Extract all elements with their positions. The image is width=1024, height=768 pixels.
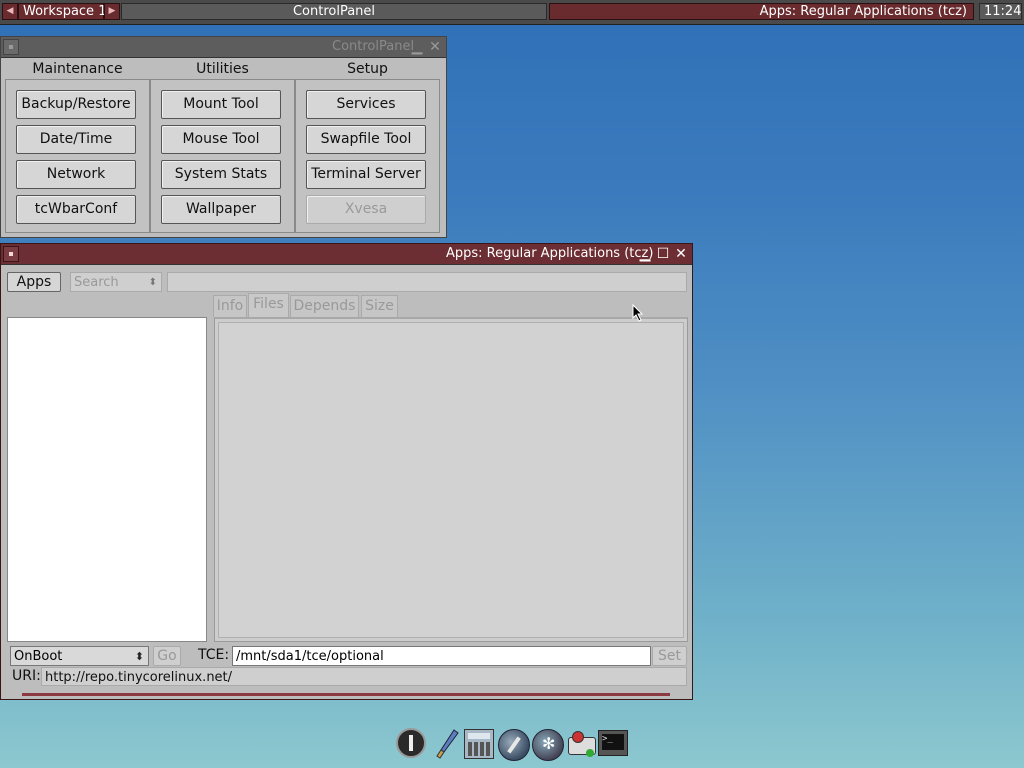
- maximize-icon[interactable]: ☐: [655, 246, 671, 262]
- tce-path-input[interactable]: /mnt/sda1/tce/optional: [232, 646, 651, 666]
- taskbar: ◀ Workspace 1 ▶ ControlPanel Apps: Regul…: [0, 0, 1024, 25]
- uri-input[interactable]: http://repo.tinycorelinux.net/: [41, 667, 687, 686]
- tce-label: TCE:: [198, 647, 230, 663]
- taskbar-clock: 11:24: [979, 3, 1022, 20]
- column-heading: Setup: [347, 61, 388, 77]
- minimize-icon[interactable]: ▁: [637, 246, 653, 262]
- select-arrows-icon: ⬍: [134, 650, 144, 663]
- window-menu-icon[interactable]: [3, 246, 19, 262]
- window-title: Apps: Regular Applications (tcz): [446, 246, 654, 261]
- close-icon[interactable]: ✕: [427, 39, 443, 55]
- apps-menu-button[interactable]: Apps: [7, 272, 61, 292]
- mount-tool-button[interactable]: Mount Tool: [161, 90, 281, 119]
- wallpaper-button[interactable]: Wallpaper: [161, 195, 281, 224]
- minimize-icon[interactable]: ▁: [409, 39, 425, 55]
- app-list[interactable]: [7, 317, 207, 642]
- mouse-cursor-icon: [632, 304, 644, 322]
- column-heading: Utilities: [196, 61, 249, 77]
- column-heading: Maintenance: [32, 61, 123, 77]
- terminal-server-button[interactable]: Terminal Server: [306, 160, 426, 189]
- search-mode-select[interactable]: Search ⬍: [70, 272, 162, 292]
- network-button[interactable]: Network: [16, 160, 136, 189]
- taskbar-item-controlpanel[interactable]: ControlPanel: [121, 3, 547, 20]
- run-icon[interactable]: ✻: [532, 729, 564, 761]
- workspace-next-arrow-icon[interactable]: ▶: [104, 3, 120, 20]
- system-stats-button[interactable]: System Stats: [161, 160, 281, 189]
- set-button[interactable]: Set: [652, 646, 687, 666]
- taskbar-item-apps[interactable]: Apps: Regular Applications (tcz): [549, 3, 974, 20]
- close-icon[interactable]: ✕: [673, 246, 689, 262]
- control-panel-titlebar[interactable]: ControlPanel ▁ ✕: [1, 37, 446, 58]
- maintenance-group: Backup/Restore Date/Time Network tcWbarC…: [5, 79, 150, 233]
- workspace-label[interactable]: Workspace 1: [18, 3, 106, 20]
- window-menu-icon[interactable]: [3, 39, 19, 55]
- apps-titlebar[interactable]: Apps: Regular Applications (tcz) ▁ ☐ ✕: [1, 244, 692, 265]
- files-panel: [214, 317, 688, 642]
- tab-files[interactable]: Files: [248, 293, 289, 317]
- xvesa-button: Xvesa: [306, 195, 426, 224]
- uri-label: URI:: [12, 668, 41, 684]
- date-time-button[interactable]: Date/Time: [16, 125, 136, 154]
- control-panel-window: ControlPanel ▁ ✕ Maintenance Backup/Rest…: [0, 36, 447, 238]
- terminal-icon[interactable]: >_: [598, 730, 628, 756]
- brush-icon[interactable]: [434, 728, 460, 760]
- tab-depends[interactable]: Depends: [290, 295, 359, 317]
- window-title: ControlPanel: [332, 39, 415, 54]
- setup-group: Services Swapfile Tool Terminal Server X…: [295, 79, 440, 233]
- tab-size[interactable]: Size: [361, 295, 398, 317]
- swapfile-tool-button[interactable]: Swapfile Tool: [306, 125, 426, 154]
- control-panel-icon[interactable]: [566, 729, 596, 759]
- services-button[interactable]: Services: [306, 90, 426, 119]
- search-mode-value: Search: [74, 275, 119, 290]
- dock: ✻ >_: [394, 724, 630, 764]
- window-bottom-border: [22, 693, 670, 696]
- go-button[interactable]: Go: [153, 646, 181, 666]
- tab-info[interactable]: Info: [213, 295, 247, 317]
- workspace-prev-arrow-icon[interactable]: ◀: [2, 3, 18, 20]
- backup-restore-button[interactable]: Backup/Restore: [16, 90, 136, 119]
- select-arrows-icon: ⬍: [148, 277, 157, 288]
- install-mode-value: OnBoot: [14, 649, 63, 664]
- utilities-group: Mount Tool Mouse Tool System Stats Wallp…: [150, 79, 295, 233]
- files-content[interactable]: [218, 322, 684, 638]
- mouse-tool-button[interactable]: Mouse Tool: [161, 125, 281, 154]
- tcwbarconf-button[interactable]: tcWbarConf: [16, 195, 136, 224]
- power-icon[interactable]: [396, 728, 426, 758]
- mount-icon[interactable]: [498, 729, 530, 761]
- calculator-icon[interactable]: [464, 729, 494, 759]
- search-input[interactable]: [167, 272, 687, 292]
- install-mode-select[interactable]: OnBoot ⬍: [10, 646, 149, 666]
